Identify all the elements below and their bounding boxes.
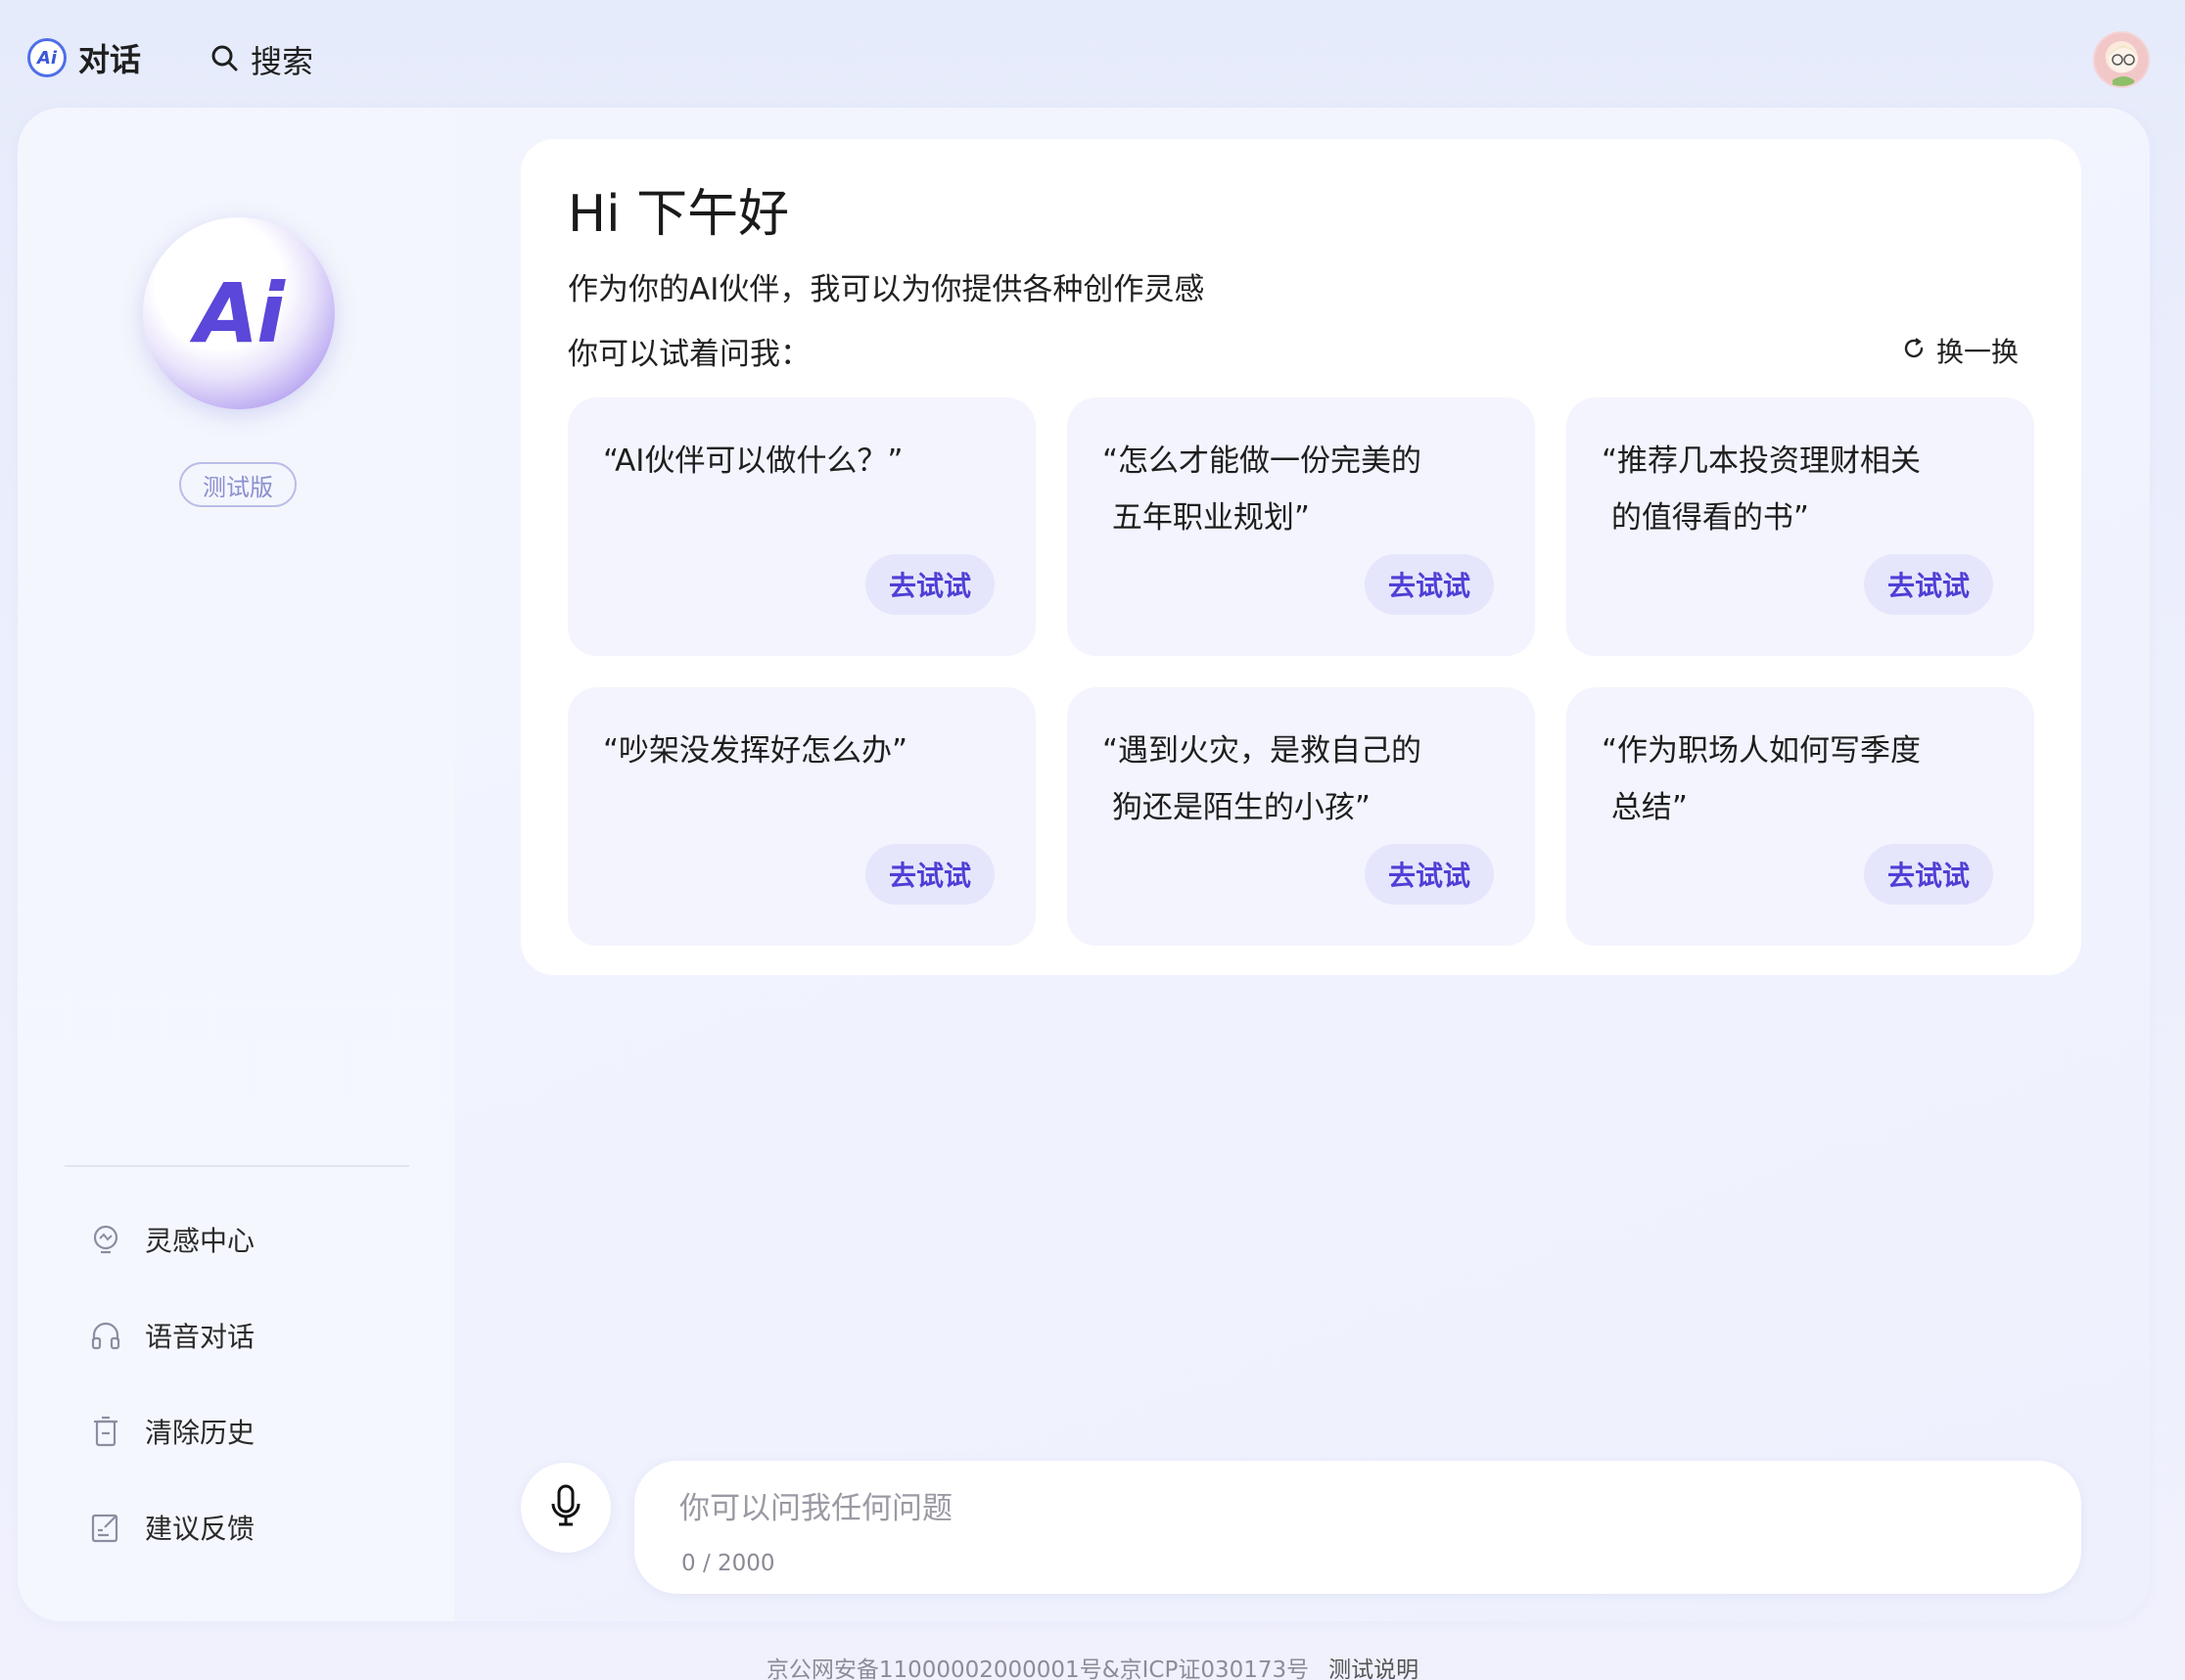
main-panel: Ai 测试版 灵感中心 语音对话 清除历史 建议反馈 Hi 下午好 作为你的AI… xyxy=(18,108,2150,1621)
try-it-button[interactable]: 去试试 xyxy=(865,554,995,615)
sidebar-item-label: 清除历史 xyxy=(145,1417,256,1449)
ai-orb-logo: Ai xyxy=(143,217,335,409)
sidebar-item-inspiration[interactable]: 灵感中心 xyxy=(88,1220,255,1259)
suggestion-text: “作为职场人如何写季度 总结” xyxy=(1602,733,1922,825)
greeting-subtitle: 作为你的AI伙伴，我可以为你提供各种创作灵感 xyxy=(568,272,1205,307)
try-it-button[interactable]: 去试试 xyxy=(865,844,995,905)
ai-orb-text: Ai xyxy=(195,265,285,361)
nav-search[interactable]: 搜索 xyxy=(209,37,313,82)
chat-input[interactable] xyxy=(679,1482,2030,1535)
greeting-card: Hi 下午好 作为你的AI伙伴，我可以为你提供各种创作灵感 你可以试着问我： 换… xyxy=(521,139,2081,975)
suggestion-text: “吵架没发挥好怎么办” xyxy=(603,733,908,769)
microphone-icon xyxy=(548,1484,583,1531)
try-it-button[interactable]: 去试试 xyxy=(1365,554,1494,615)
user-avatar[interactable] xyxy=(2093,31,2150,88)
suggestion-text: “遇到火灾，是救自己的 狗还是陌生的小孩” xyxy=(1102,733,1422,825)
top-bar: Ai 对话 搜索 xyxy=(0,0,2185,110)
try-it-button[interactable]: 去试试 xyxy=(1864,554,1993,615)
search-icon xyxy=(209,43,239,76)
greeting-title: Hi 下午好 xyxy=(568,185,790,244)
refresh-suggestions-button[interactable]: 换一换 xyxy=(1901,331,2019,370)
voice-input-button[interactable] xyxy=(521,1463,611,1553)
refresh-icon xyxy=(1901,336,1927,365)
feedback-icon xyxy=(88,1510,123,1545)
beta-badge: 测试版 xyxy=(179,462,297,507)
nav-chat[interactable]: Ai 对话 xyxy=(27,35,141,80)
sidebar-item-feedback[interactable]: 建议反馈 xyxy=(88,1508,255,1547)
test-info-link[interactable]: 测试说明 xyxy=(1328,1657,1418,1680)
suggestion-card[interactable]: “吵架没发挥好怎么办” 去试试 xyxy=(568,687,1036,946)
sidebar-item-label: 建议反馈 xyxy=(145,1513,256,1545)
suggestion-text: “推荐几本投资理财相关 的值得看的书” xyxy=(1602,443,1922,536)
headphones-icon xyxy=(88,1318,123,1353)
sidebar: Ai 测试版 灵感中心 语音对话 清除历史 建议反馈 xyxy=(18,108,454,1621)
suggestion-card[interactable]: “遇到火灾，是救自己的 狗还是陌生的小孩” 去试试 xyxy=(1067,687,1535,946)
try-it-button[interactable]: 去试试 xyxy=(1864,844,1993,905)
suggestion-card[interactable]: “作为职场人如何写季度 总结” 去试试 xyxy=(1566,687,2034,946)
chat-content: Hi 下午好 作为你的AI伙伴，我可以为你提供各种创作灵感 你可以试着问我： 换… xyxy=(454,108,2150,1621)
suggestion-card[interactable]: “推荐几本投资理财相关 的值得看的书” 去试试 xyxy=(1566,397,2034,656)
sidebar-divider xyxy=(65,1165,409,1167)
refresh-label: 换一换 xyxy=(1936,336,2020,368)
suggestion-card[interactable]: “AI伙伴可以做什么？” 去试试 xyxy=(568,397,1036,656)
nav-chat-label: 对话 xyxy=(78,41,142,78)
icp-notice: 京公网安备11000002000001号&京ICP证030173号 xyxy=(766,1657,1310,1680)
ai-chat-logo-icon: Ai xyxy=(27,38,67,77)
chat-input-box: 0 / 2000 xyxy=(634,1461,2081,1594)
sidebar-item-label: 语音对话 xyxy=(145,1321,256,1353)
char-count: 0 / 2000 xyxy=(681,1551,775,1576)
nav-search-label: 搜索 xyxy=(251,43,314,80)
suggestion-card[interactable]: “怎么才能做一份完美的 五年职业规划” 去试试 xyxy=(1067,397,1535,656)
sidebar-item-voice-chat[interactable]: 语音对话 xyxy=(88,1316,255,1355)
sidebar-item-clear-history[interactable]: 清除历史 xyxy=(88,1412,255,1451)
footer: 京公网安备11000002000001号&京ICP证030173号 测试说明 xyxy=(0,1651,2185,1680)
trash-icon xyxy=(88,1414,123,1449)
lightbulb-icon xyxy=(88,1222,123,1257)
suggestion-text: “AI伙伴可以做什么？” xyxy=(603,443,904,479)
try-asking-label: 你可以试着问我： xyxy=(568,337,811,372)
suggestion-text: “怎么才能做一份完美的 五年职业规划” xyxy=(1102,443,1422,536)
try-it-button[interactable]: 去试试 xyxy=(1365,844,1494,905)
sidebar-item-label: 灵感中心 xyxy=(145,1225,256,1257)
